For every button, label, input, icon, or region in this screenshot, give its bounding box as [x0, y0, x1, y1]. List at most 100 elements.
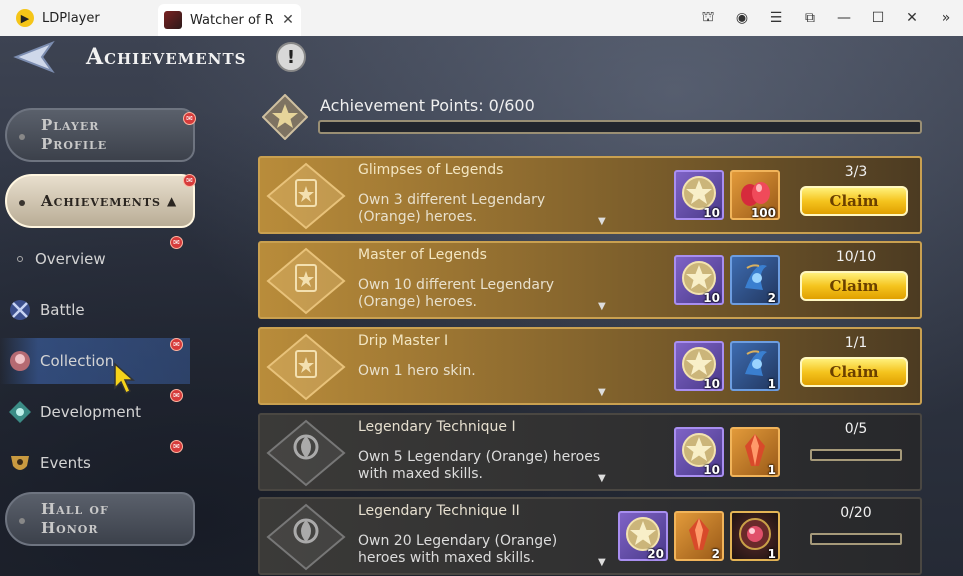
reward-count: 2	[711, 547, 720, 561]
achievement-title: Glimpses of Legends	[358, 162, 504, 178]
achievement-title: Master of Legends	[358, 247, 487, 263]
sidebar-item-collection[interactable]: Collection ✉	[0, 338, 190, 384]
expand-chevron-down-icon[interactable]: ▼	[598, 301, 606, 312]
bullet-icon	[17, 256, 23, 262]
achievement-emblem-icon	[266, 247, 346, 315]
claim-button[interactable]: Claim	[800, 186, 908, 216]
achievement-progress-bar	[810, 449, 902, 461]
expand-chevron-down-icon[interactable]: ▼	[598, 557, 606, 568]
hall-of-honor-label-line2: Honor	[41, 519, 99, 537]
claim-button[interactable]: Claim	[800, 271, 908, 301]
reward-count: 20	[647, 547, 664, 561]
reward-count: 1	[767, 377, 776, 391]
achievement-emblem-icon	[266, 333, 346, 401]
nav-dot	[19, 518, 25, 524]
maximize-icon[interactable]: ☐	[861, 10, 895, 26]
achievement-title: Legendary Technique II	[358, 503, 520, 519]
reward-item[interactable]: 10	[674, 255, 724, 305]
events-icon	[6, 449, 34, 477]
sidebar-item-label: Battle	[40, 301, 85, 319]
collapse-caret-icon: ▲	[166, 194, 177, 208]
achievement-progress-text: 10/10	[835, 249, 877, 265]
reward-item[interactable]: 10	[674, 170, 724, 220]
sidebar-player-profile[interactable]: Player Profile ✉	[5, 108, 196, 162]
achievement-points-bar	[318, 120, 922, 134]
achievement-row[interactable]: Glimpses of Legends Own 3 different Legen…	[258, 156, 922, 234]
sidebar-item-overview[interactable]: Overview ✉	[0, 236, 190, 282]
achievement-row[interactable]: Drip Master I Own 1 hero skin. ▼ 10 1 1/1 Clai…	[258, 327, 922, 405]
sidebar-item-development[interactable]: Development ✉	[0, 389, 190, 435]
sidebar-item-battle[interactable]: Battle	[0, 287, 190, 333]
reward-item[interactable]: 10	[674, 427, 724, 477]
achievement-row[interactable]: Master of Legends Own 10 different Legend…	[258, 241, 922, 319]
notification-badge: ✉	[170, 338, 183, 351]
back-arrow-icon	[13, 40, 55, 74]
achievement-points-label: Achievement Points: 0/600	[320, 96, 535, 115]
sidebar-achievements[interactable]: Achievements ▲ ✉	[5, 174, 196, 228]
page-title: Achievements	[86, 44, 247, 70]
achievement-row[interactable]: Legendary Technique II Own 20 Legendary (…	[258, 497, 922, 575]
sidebar-hall-of-honor[interactable]: Hall of Honor	[5, 492, 195, 546]
sidebar-item-events[interactable]: Events ✉	[0, 440, 190, 486]
reward-count: 1	[767, 463, 776, 477]
gift-icon[interactable]: ⛫	[691, 9, 725, 27]
achievement-title: Drip Master I	[358, 333, 449, 349]
player-profile-label-line1: Player	[41, 116, 100, 134]
screenshot-icon[interactable]: ⧉	[793, 10, 827, 26]
expand-chevron-down-icon[interactable]: ▼	[598, 216, 606, 227]
back-button[interactable]	[12, 40, 56, 74]
expand-chevron-down-icon[interactable]: ▼	[598, 473, 606, 484]
app-name: LDPlayer	[42, 10, 100, 26]
app-label: ▶ LDPlayer	[0, 0, 158, 36]
reward-count: 2	[767, 291, 776, 305]
reward-item[interactable]: 1	[730, 341, 780, 391]
game-screen: Achievements ! Player Profile ✉ Achievem…	[0, 36, 963, 576]
achievement-description: Own 10 different Legendary (Orange) hero…	[358, 277, 555, 310]
sidebar-item-label: Collection	[40, 352, 115, 370]
reward-item[interactable]: 1	[730, 427, 780, 477]
collection-icon	[6, 347, 34, 375]
minimize-icon[interactable]: —	[827, 10, 861, 26]
tab-close-icon[interactable]: ✕	[281, 12, 295, 28]
sidebar-item-label: Development	[40, 403, 141, 421]
reward-count: 100	[750, 206, 776, 220]
reward-item[interactable]: 2	[674, 511, 724, 561]
window-controls: ⛫ ◉ ☰ ⧉ — ☐ ✕ »	[691, 0, 963, 36]
menu-icon[interactable]: ☰	[759, 10, 793, 26]
expand-sidebar-icon[interactable]: »	[929, 10, 963, 26]
reward-count: 10	[703, 206, 720, 220]
reward-item[interactable]: 2	[730, 255, 780, 305]
nav-dot	[19, 134, 25, 140]
hall-of-honor-label-line1: Hall of	[41, 500, 109, 518]
info-button[interactable]: !	[276, 42, 306, 72]
sidebar-item-label: Events	[40, 454, 91, 472]
close-icon[interactable]: ✕	[895, 10, 929, 26]
achievement-title: Legendary Technique I	[358, 419, 516, 435]
claim-button[interactable]: Claim	[800, 357, 908, 387]
achievement-progress-text: 3/3	[844, 164, 868, 180]
tab-watcher[interactable]: Watcher of R... ✕	[158, 4, 301, 36]
notification-badge: ✉	[170, 389, 183, 402]
achievement-row[interactable]: Legendary Technique I Own 5 Legendary (Or…	[258, 413, 922, 491]
reward-item[interactable]: 100	[730, 170, 780, 220]
reward-item[interactable]: 10	[674, 341, 724, 391]
reward-count: 10	[703, 377, 720, 391]
player-profile-label-line2: Profile	[41, 135, 108, 153]
reward-item[interactable]: 1	[730, 511, 780, 561]
notification-badge: ✉	[170, 236, 183, 249]
reward-count: 10	[703, 291, 720, 305]
account-icon[interactable]: ◉	[725, 10, 759, 26]
achievement-description: Own 20 Legendary (Orange) heroes with ma…	[358, 533, 558, 566]
achievement-description: Own 1 hero skin.	[358, 363, 476, 379]
reward-count: 1	[767, 547, 776, 561]
achievement-emblem-icon	[266, 419, 346, 487]
notification-badge: ✉	[183, 112, 196, 125]
reward-item[interactable]: 20	[618, 511, 668, 561]
game-tab-icon	[164, 11, 182, 29]
nav-dot	[19, 200, 25, 206]
development-icon	[6, 398, 34, 426]
tab-title: Watcher of R...	[190, 12, 273, 28]
expand-chevron-down-icon[interactable]: ▼	[598, 387, 606, 398]
mouse-cursor-icon	[113, 362, 139, 396]
notification-badge: ✉	[170, 440, 183, 453]
